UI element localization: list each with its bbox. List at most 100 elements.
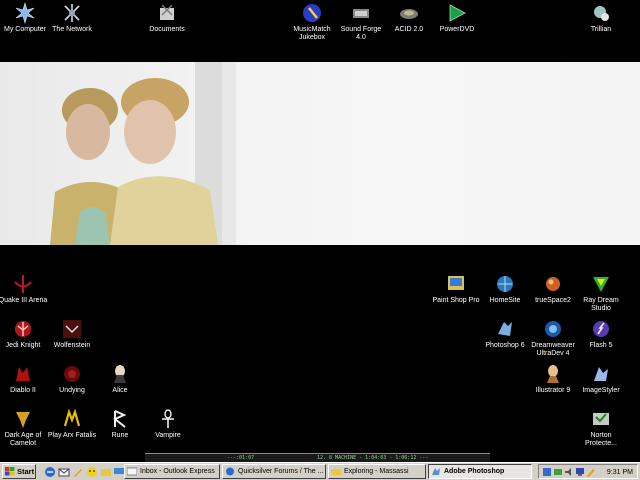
icon-label: My Computer [3,26,46,33]
tray-volume-icon[interactable] [564,467,574,477]
trillian-icon[interactable]: Trillian [576,2,626,34]
icon-label: ImageStyler [582,387,620,394]
dreamweaver-glyph-icon [545,321,561,337]
taskbar-button-label: Adobe Photoshop [444,468,505,475]
photoshop-glyph-icon [498,322,512,336]
musicmatch-jukebox-icon[interactable]: MusicMatch Jukebox [287,2,337,42]
outlook-express-icon[interactable] [58,466,70,478]
icon-label: Flash 5 [589,342,613,349]
icon-label: The Network [52,26,92,33]
photoshop-icon [432,468,440,475]
winamp-title: 12. 8 MACHINE - 1:04:03 - 1:06:12 --- [317,455,429,461]
rune-icon[interactable]: Rune [95,408,145,440]
internet-explorer-icon [226,467,234,476]
internet-explorer-icon[interactable] [44,466,56,478]
dreamweaver-ultradev-icon[interactable]: Dreamweaver UltraDev 4 [528,318,578,358]
acid-glyph-icon [400,9,418,19]
icon-label: PowerDVD [439,26,475,33]
documents-icon[interactable]: Documents [142,2,192,34]
dark-age-of-camelot-icon[interactable]: Dark Age of Camelot [0,408,48,448]
tray-app-icon[interactable] [542,467,552,477]
camelot-glyph-icon [16,412,30,428]
pencil-icon[interactable] [72,466,84,478]
tray-monitor-icon[interactable] [575,467,585,477]
icon-label: Diablo II [10,387,36,394]
icon-label: Illustrator 9 [535,387,571,394]
smiley-icon[interactable] [86,466,98,478]
icon-label: Vampire [155,432,181,439]
icon-label: Paint Shop Pro [432,297,480,304]
icon-label: Undying [59,387,85,394]
undying-icon[interactable]: Undying [47,363,97,395]
winamp-time: ---:01:07 [227,455,255,461]
ankh-icon [162,409,174,428]
sound-forge-glyph-icon [353,9,369,18]
quake-iii-arena-icon[interactable]: Quake III Arena [0,273,48,305]
imagestyler-icon[interactable]: ImageStyler [576,363,626,395]
icon-label: Dreamweaver UltraDev 4 [531,342,575,357]
diablo-ii-icon[interactable]: Diablo II [0,363,48,395]
illustrator-9-icon[interactable]: Illustrator 9 [528,363,578,395]
acid-icon[interactable]: ACID 2.0 [384,2,434,34]
icon-label: Alice [112,387,128,394]
icon-label: Wolfenstein [53,342,91,349]
jedi-knight-glyph-icon [15,321,31,337]
arx-fatalis-glyph-icon [63,408,81,427]
alice-icon[interactable]: Alice [95,363,145,395]
play-arx-fatalis-icon[interactable]: Play Arx Fatalis [47,408,97,440]
diablo-glyph-icon [16,367,30,381]
tray-network-icon[interactable] [553,467,563,477]
taskbar-button-exploring[interactable]: Exploring - Massassi [328,464,426,479]
icon-label: Documents [149,26,185,33]
the-network-icon[interactable]: The Network [47,2,97,34]
my-computer-glyph-icon [15,2,35,24]
icon-label: Jedi Knight [5,342,41,349]
icon-label: trueSpace2 [535,297,571,304]
taskbar-button-label: Quicksilver Forums / The ... [238,468,324,475]
vampire-icon[interactable]: Vampire [143,408,193,440]
truespace2-icon[interactable]: trueSpace2 [528,273,578,305]
taskbar: Start Inbox - Outlook Express Quicksilve… [0,462,640,480]
icon-label: ACID 2.0 [394,26,424,33]
icon-label: MusicMatch Jukebox [293,26,331,41]
icon-label: Ray Dream Studio [583,297,619,312]
ray-dream-studio-icon[interactable]: Ray Dream Studio [576,273,626,313]
tray-pencil-icon[interactable] [586,467,596,477]
norton-protected-icon[interactable]: Norton Protecte... [576,408,626,448]
wallpaper-image [0,62,640,245]
powerdvd-icon[interactable]: PowerDVD [432,2,482,34]
trillian-glyph-icon [594,6,609,21]
my-computer-icon[interactable]: My Computer [0,2,50,34]
icon-label: Photoshop 6 [485,342,525,349]
wallpaper-figures [50,62,236,245]
wolfenstein-glyph-icon [63,320,81,338]
icon-label: Dark Age of Camelot [4,432,42,447]
taskbar-button-outlook[interactable]: Inbox - Outlook Express [124,464,220,479]
flash-5-icon[interactable]: Flash 5 [576,318,626,350]
system-tray: 9:31 PM [538,464,638,479]
photoshop-6-icon[interactable]: Photoshop 6 [480,318,530,350]
jedi-knight-icon[interactable]: Jedi Knight [0,318,48,350]
start-button[interactable]: Start [2,464,36,479]
paint-shop-pro-icon[interactable]: Paint Shop Pro [431,273,481,305]
folder-icon [331,469,341,475]
wolfenstein-icon[interactable]: Wolfenstein [47,318,97,350]
taskbar-button-quicksilver[interactable]: Quicksilver Forums / The ... [222,464,326,479]
ray-dream-glyph-icon [593,277,609,292]
alice-glyph-icon [114,365,126,383]
icon-label: Play Arx Fatalis [47,432,97,439]
sound-forge-icon[interactable]: Sound Forge 4.0 [336,2,386,42]
the-network-glyph-icon [64,4,80,22]
undying-glyph-icon [64,366,80,382]
taskbar-button-photoshop[interactable]: Adobe Photoshop [428,464,532,479]
norton-glyph-icon [593,413,609,425]
flash-glyph-icon [593,321,609,337]
icon-label: Trillian [590,26,612,33]
documents-glyph-icon [160,4,174,20]
rune-glyph-icon [113,410,127,428]
tray-clock[interactable]: 9:31 PM [607,466,633,479]
homesite-icon[interactable]: HomeSite [480,273,530,305]
icon-label: Quake III Arena [0,297,48,304]
icon-label: Norton Protecte... [585,432,617,447]
folder-icon[interactable] [100,466,112,478]
